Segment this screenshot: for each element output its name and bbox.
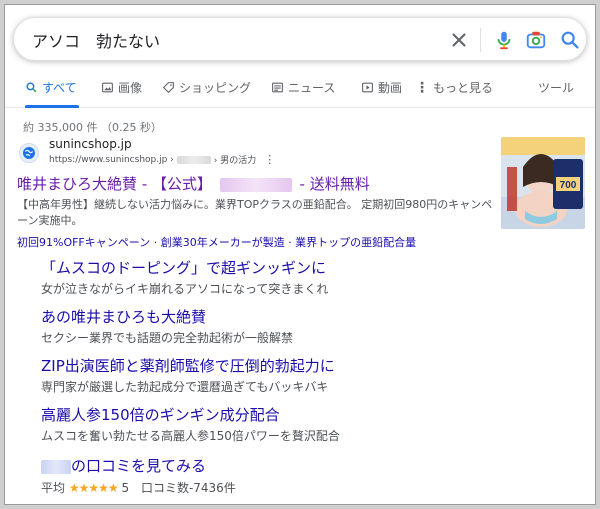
blurred-text: [219, 177, 292, 192]
blurred-text: [176, 155, 211, 164]
tab-videos[interactable]: 動画: [361, 79, 402, 96]
tab-label: ツール: [538, 81, 575, 95]
tab-label: ショッピング: [179, 81, 252, 95]
sitelink-title[interactable]: 「ムスコのドーピング」で超ギンッギンに: [41, 257, 328, 278]
review-count: 口コミ数-7436件: [140, 481, 236, 495]
camera-icon[interactable]: [525, 29, 547, 51]
search-icon[interactable]: [559, 29, 581, 51]
image-icon: [102, 82, 113, 93]
sitelink-title[interactable]: 高麗人参150倍のギンギン成分配合: [41, 404, 340, 425]
sitelink: 「ムスコのドーピング」で超ギンッギンに 女が泣きながらイキ崩れるアソコになって突…: [41, 257, 328, 297]
tab-label: 画像: [118, 81, 143, 95]
reviews-link-label: の口コミを見てみる: [71, 457, 207, 475]
sitelink: 高麗人参150倍のギンギン成分配合 ムスコを奮い勃たせる高麗人参150倍パワーを…: [41, 404, 340, 444]
result-stats: 約 335,000 件 （0.25 秒）: [23, 121, 162, 134]
tag-icon: [162, 82, 174, 94]
microphone-icon[interactable]: [493, 29, 515, 51]
search-icon: [26, 82, 37, 93]
star-rating-icon: ★★★★★: [68, 481, 119, 495]
tab-label: 動画: [378, 81, 403, 95]
tab-more[interactable]: ⋮ もっと見る: [415, 79, 493, 96]
sitelink: あの唯井まひろも大絶賛 セクシー業界でも話題の完全勃起術が一般解禁: [41, 306, 293, 346]
sitelink-description: セクシー業界でも話題の完全勃起術が一般解禁: [41, 331, 294, 345]
rating-label: 平均: [41, 481, 66, 495]
result-snippet: 【中高年男性】継続しない活力悩みに。業界TOPクラスの亜鉛配合。 定期初回980…: [17, 198, 493, 227]
tab-all[interactable]: すべて: [25, 79, 77, 96]
result-extensions[interactable]: 初回91%OFFキャンペーン · 創業30年メーカーが製造 · 業界トップの亜鉛…: [17, 234, 416, 250]
rating-row: 平均 ★★★★★ 5 口コミ数-7436件: [41, 479, 236, 496]
search-input[interactable]: アソコ 勃たない: [32, 28, 160, 52]
sitelink-title[interactable]: ZIP出演医師と薬剤師監修で圧倒的勃起力に: [41, 355, 335, 376]
search-bar[interactable]: アソコ 勃たない: [13, 17, 587, 61]
tab-label: ニュース: [288, 81, 336, 95]
video-icon: [362, 82, 373, 93]
sitelink: ZIP出演医師と薬剤師監修で圧倒的勃起力に 専門家が厳選した勃起成分で還暦過ぎて…: [41, 355, 335, 395]
sitelink-description: 女が泣きながらイキ崩れるアソコになって突きまくれ: [41, 282, 329, 296]
tab-news[interactable]: ニュース: [271, 79, 335, 96]
search-tabs: すべて 画像 ショッピング ニュース 動画 ⋮ もっと見る ツール: [5, 71, 595, 108]
blurred-text: [41, 459, 71, 474]
tab-tools[interactable]: ツール: [538, 79, 574, 96]
result-title[interactable]: 唯井まひろ大絶賛 - 【公式】 - 送料無料: [17, 173, 370, 194]
tab-label: すべて: [42, 81, 77, 95]
news-icon: [272, 82, 283, 93]
sitelink-title[interactable]: あの唯井まひろも大絶賛: [41, 306, 293, 327]
reviews-link[interactable]: の口コミを見てみる: [41, 455, 206, 476]
product-thumbnail[interactable]: 700: [501, 137, 585, 229]
result-url[interactable]: https://www.sunincshop.jp › › 男の活力 ⋮: [49, 153, 275, 166]
rating-score: 5: [121, 481, 130, 495]
tab-images[interactable]: 画像: [101, 79, 142, 96]
more-vert-icon: ⋮: [415, 79, 429, 96]
url-suffix: › 男の活力: [213, 156, 257, 166]
more-vert-icon[interactable]: ⋮: [264, 153, 275, 166]
thumbnail-number: 700: [560, 180, 577, 191]
divider: [480, 28, 481, 52]
title-part: - 送料無料: [299, 175, 370, 193]
browser-frame: アソコ 勃たない すべて 画像 ショッピング ニュース 動画 ⋮ もっと見る ツ…: [4, 4, 596, 505]
sitelink-description: ムスコを奮い勃たせる高麗人参150倍パワーを贅沢配合: [41, 429, 340, 443]
sitelink-description: 専門家が厳選した勃起成分で還暦過ぎてもバッキバキ: [41, 380, 329, 394]
tab-shopping[interactable]: ショッピング: [162, 79, 251, 96]
title-part: 唯井まひろ大絶賛 - 【公式】: [17, 175, 212, 193]
clear-icon[interactable]: [448, 29, 470, 51]
active-tab-indicator: [25, 105, 79, 108]
tab-label: もっと見る: [433, 81, 494, 95]
url-prefix: https://www.sunincshop.jp ›: [49, 154, 174, 165]
result-domain[interactable]: sunincshop.jp: [49, 137, 132, 151]
globe-icon: [19, 143, 39, 163]
reviews-link-title[interactable]: の口コミを見てみる: [41, 455, 206, 476]
